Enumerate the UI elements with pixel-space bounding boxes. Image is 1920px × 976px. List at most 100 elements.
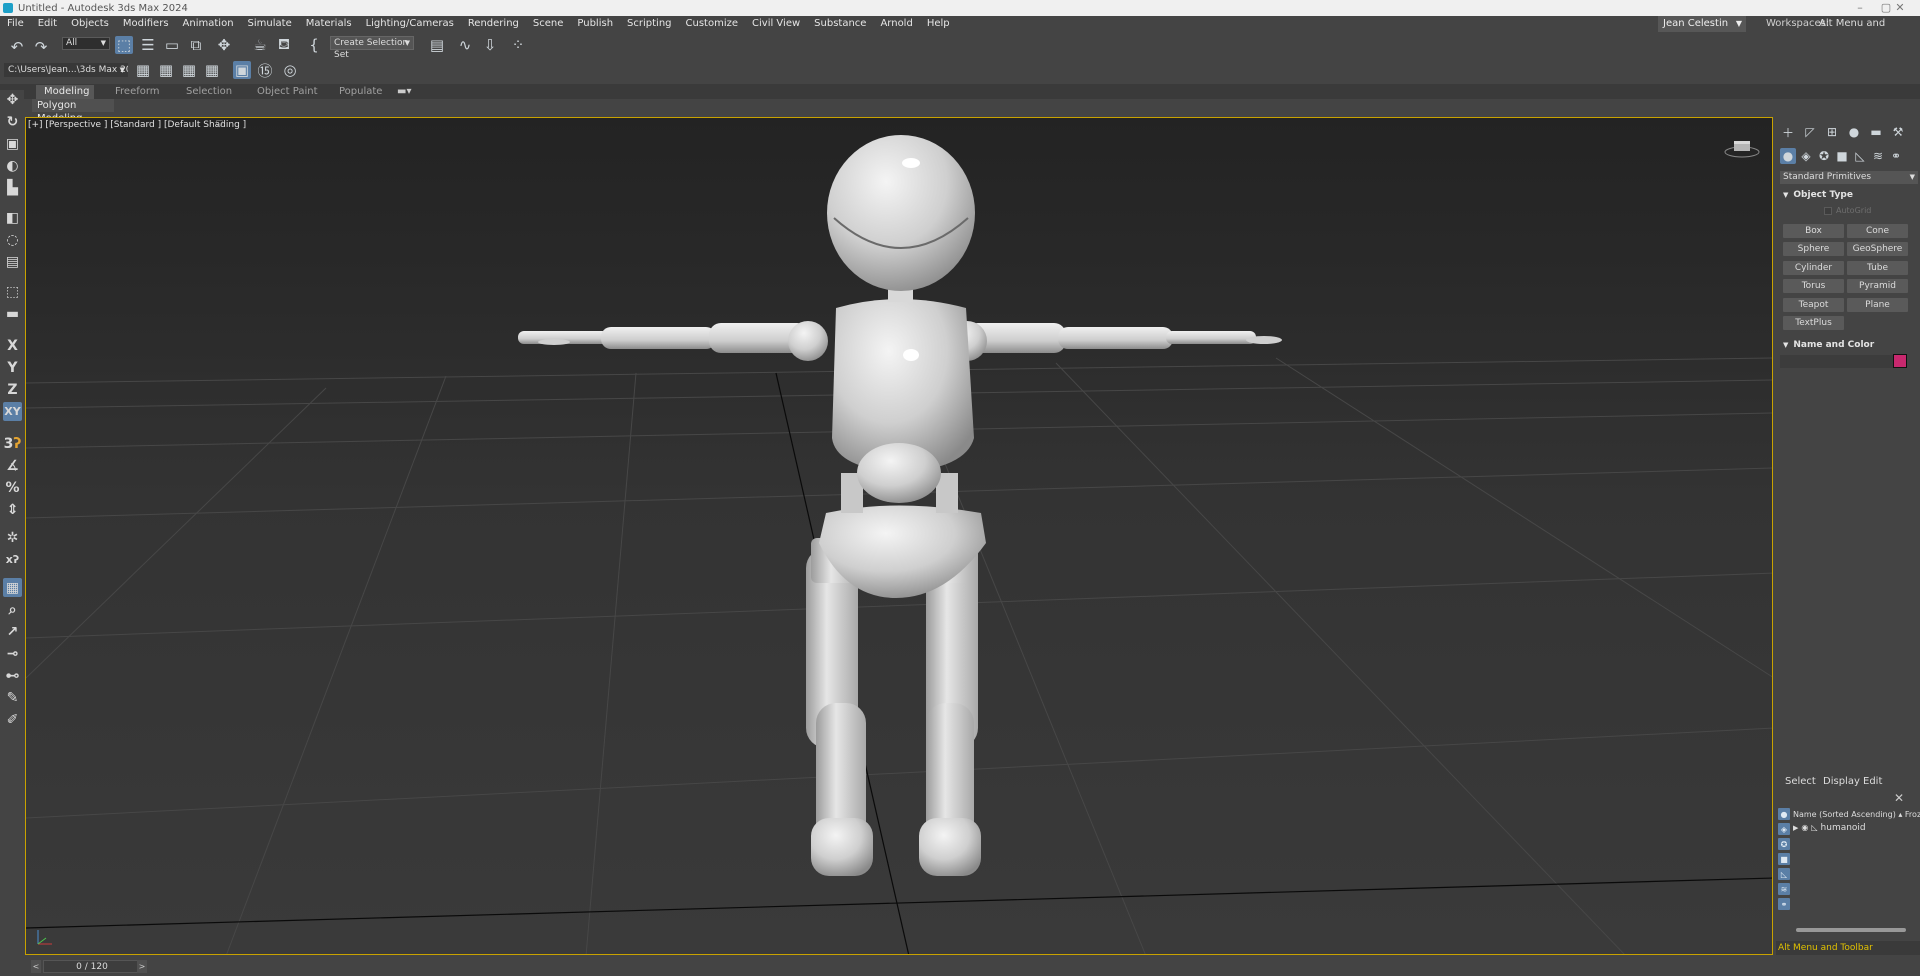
- menu-modifiers[interactable]: Modifiers: [116, 16, 176, 32]
- cameras-icon[interactable]: ■: [1834, 148, 1850, 164]
- angle-snap-icon[interactable]: ⑮: [256, 61, 274, 80]
- menu-animation[interactable]: Animation: [176, 16, 241, 32]
- shapes-icon[interactable]: ◈: [1798, 148, 1814, 164]
- display-bones-icon[interactable]: ⚭: [1778, 898, 1790, 910]
- edge-snap-icon[interactable]: ⊸: [3, 644, 22, 663]
- tab-modeling[interactable]: Modeling: [36, 85, 94, 99]
- menu-edit[interactable]: Edit: [31, 16, 64, 32]
- display-cameras-icon[interactable]: ■: [1778, 853, 1790, 865]
- close-window-button[interactable]: ✕: [1880, 0, 1920, 16]
- polygon-modeling-panel[interactable]: Polygon Modeling: [32, 99, 114, 124]
- helpers-icon[interactable]: ◺: [1852, 148, 1868, 164]
- tab-freeform[interactable]: Freeform: [107, 85, 168, 99]
- geosphere-button[interactable]: GeoSphere: [1847, 242, 1908, 256]
- display-space-warps-icon[interactable]: ≋: [1778, 883, 1790, 895]
- schematic-view-icon[interactable]: ⇩: [481, 36, 499, 54]
- motion-tab-icon[interactable]: ●: [1846, 124, 1862, 140]
- angle-snap-tool-icon[interactable]: ∡: [3, 456, 22, 475]
- align-icon[interactable]: ▤: [3, 252, 22, 271]
- snap-3d-button[interactable]: 3ʔ: [3, 434, 22, 453]
- open-file-icon[interactable]: ▦: [157, 61, 175, 79]
- object-name-input[interactable]: [1780, 355, 1894, 368]
- utilities-tab-icon[interactable]: ⚒: [1890, 124, 1906, 140]
- render-production-icon[interactable]: ⛾: [275, 35, 293, 54]
- pyramid-button[interactable]: Pyramid: [1847, 279, 1908, 293]
- ribbon-options-icon[interactable]: ▬▾: [389, 85, 419, 99]
- mirror-icon[interactable]: ◧: [3, 208, 22, 227]
- cone-button[interactable]: Cone: [1847, 224, 1908, 238]
- tab-selection[interactable]: Selection: [178, 85, 240, 99]
- display-helpers-icon[interactable]: ◺: [1778, 868, 1790, 880]
- orbit-icon[interactable]: ◌: [3, 230, 22, 249]
- create-tab-icon[interactable]: ＋: [1780, 124, 1796, 140]
- axis-z-button[interactable]: Z: [3, 380, 22, 399]
- modify-tab-icon[interactable]: ◸: [1802, 124, 1818, 140]
- menu-rendering[interactable]: Rendering: [461, 16, 526, 32]
- textplus-button[interactable]: TextPlus: [1783, 316, 1844, 330]
- redo-icon[interactable]: ↷: [32, 38, 50, 56]
- display-lights-icon[interactable]: ✪: [1778, 838, 1790, 850]
- visibility-eye-icon[interactable]: ◉: [1801, 823, 1808, 832]
- vertex-snap-icon[interactable]: ⊷: [3, 666, 22, 685]
- snaps-toggle-icon[interactable]: ▣: [233, 61, 251, 79]
- plane-button[interactable]: Plane: [1847, 298, 1908, 312]
- menu-civil-view[interactable]: Civil View: [745, 16, 807, 32]
- perspective-viewport[interactable]: [+] [Perspective ] [Standard ] [Default …: [25, 117, 1773, 955]
- spinner-snap-icon[interactable]: ⇕: [3, 500, 22, 519]
- geometry-icon[interactable]: ●: [1780, 148, 1796, 164]
- hierarchy-tab-icon[interactable]: ⊞: [1824, 124, 1840, 140]
- new-scene-icon[interactable]: ▦: [134, 61, 152, 79]
- space-warps-icon[interactable]: ≋: [1870, 148, 1886, 164]
- axis-x-button[interactable]: X: [3, 336, 22, 355]
- object-type-rollout[interactable]: ▼ Object Type: [1780, 188, 1918, 202]
- axis-y-button[interactable]: Y: [3, 358, 22, 377]
- curve-editor-icon[interactable]: ∿: [456, 36, 474, 54]
- import-icon[interactable]: ▦: [203, 61, 221, 79]
- name-and-color-rollout[interactable]: ▼ Name and Color: [1780, 338, 1918, 352]
- place-icon[interactable]: ◐: [3, 156, 22, 175]
- menu-simulate[interactable]: Simulate: [241, 16, 299, 32]
- undo-icon[interactable]: ↶: [8, 38, 26, 56]
- window-crossing-icon[interactable]: ⧉: [187, 36, 205, 54]
- display-tab-icon[interactable]: ▬: [1868, 124, 1884, 140]
- display-geometry-icon[interactable]: ●: [1778, 808, 1790, 820]
- lights-icon[interactable]: ✪: [1816, 148, 1832, 164]
- scene-explorer-tab-display[interactable]: Display: [1823, 776, 1860, 787]
- save-file-icon[interactable]: ▦: [180, 61, 198, 79]
- menu-arnold[interactable]: Arnold: [873, 16, 919, 32]
- menu-objects[interactable]: Objects: [64, 16, 116, 32]
- select-and-move-icon[interactable]: ✥: [215, 36, 233, 54]
- pen-tool-icon[interactable]: ✎: [3, 688, 22, 707]
- time-slider[interactable]: 0 / 120: [43, 960, 139, 973]
- layer-explorer-icon[interactable]: ▤: [428, 36, 446, 54]
- scene-explorer-scrollbar[interactable]: [1796, 928, 1906, 932]
- scene-item-humanoid[interactable]: ▶ ◉ ◺ humanoid: [1793, 823, 1920, 834]
- menu-substance[interactable]: Substance: [807, 16, 873, 32]
- scene-explorer-tab-select[interactable]: Select: [1785, 776, 1816, 787]
- scene-explorer-tab-edit[interactable]: Edit: [1863, 776, 1882, 787]
- brush-icon[interactable]: ▙: [3, 178, 22, 197]
- menu-file[interactable]: File: [0, 16, 31, 32]
- menu-customize[interactable]: Customize: [679, 16, 746, 32]
- gizmo-toggle-icon[interactable]: ✲: [3, 528, 22, 547]
- select-by-name-icon[interactable]: ☰: [139, 36, 157, 54]
- menu-lighting-cameras[interactable]: Lighting/Cameras: [359, 16, 461, 32]
- tab-object-paint[interactable]: Object Paint: [249, 85, 326, 99]
- object-color-swatch[interactable]: [1893, 354, 1907, 368]
- autogrid-checkbox[interactable]: AutoGrid: [1824, 206, 1871, 215]
- edit-named-selection-icon[interactable]: {: [305, 36, 323, 54]
- rectangular-region-icon[interactable]: ▭: [163, 36, 181, 54]
- render-setup-icon[interactable]: ☕: [251, 36, 269, 54]
- tab-populate[interactable]: Populate: [331, 85, 390, 99]
- scene-explorer-column-header[interactable]: Name (Sorted Ascending) ▴ Frozen: [1793, 810, 1920, 819]
- paint-brush-icon[interactable]: ✐: [3, 710, 22, 729]
- close-icon[interactable]: ✕: [1894, 791, 1904, 805]
- workspace-status[interactable]: Alt Menu and Toolbar: [1776, 941, 1920, 955]
- scale-icon[interactable]: ▣: [3, 134, 22, 153]
- expand-triangle-icon[interactable]: ▶: [1793, 824, 1798, 832]
- sphere-button[interactable]: Sphere: [1783, 242, 1844, 256]
- menu-help[interactable]: Help: [920, 16, 957, 32]
- menu-scene[interactable]: Scene: [526, 16, 571, 32]
- tube-button[interactable]: Tube: [1847, 261, 1908, 275]
- cylinder-button[interactable]: Cylinder: [1783, 261, 1844, 275]
